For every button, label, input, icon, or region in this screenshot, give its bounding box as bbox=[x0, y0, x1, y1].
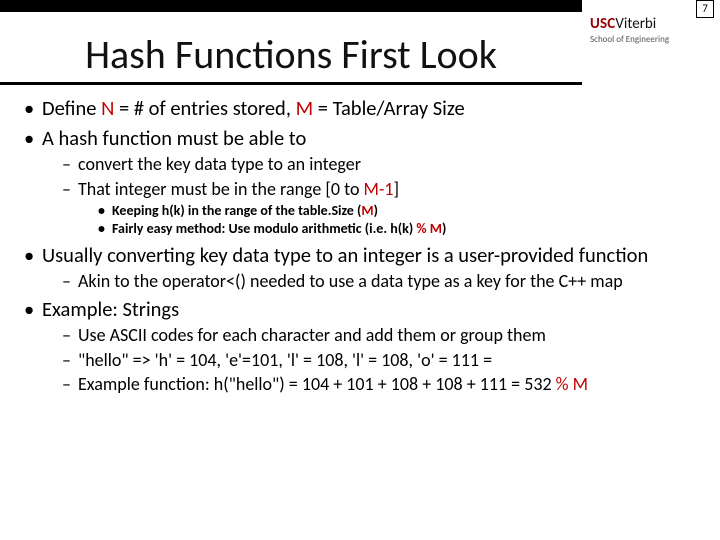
slide-title: Hash Functions First Look bbox=[0, 30, 582, 79]
subsub-range-tablesize: Keeping h(k) in the range of the table.S… bbox=[98, 202, 700, 220]
highlight-M: M bbox=[296, 95, 314, 121]
highlight-mod-M-2: % M bbox=[556, 373, 588, 395]
sub-example-fn: Example function: h("hello") = 104 + 101… bbox=[62, 373, 700, 396]
highlight-mod-M-1: % M bbox=[416, 220, 442, 237]
sub-hello-chars: "hello" => 'h' = 104, 'e'=101, 'l' = 108… bbox=[62, 349, 700, 372]
slide-body: Define N = # of entries stored, M = Tabl… bbox=[26, 96, 700, 400]
logo-subtitle: School of Engineering bbox=[590, 35, 669, 45]
logo-viterbi: Viterbi bbox=[615, 15, 656, 33]
sub-operator-less: Akin to the operator<() needed to use a … bbox=[62, 270, 700, 293]
bullet-example-strings: Example: Strings Use ASCII codes for eac… bbox=[26, 297, 700, 396]
bullet-user-provided: Usually converting key data type to an i… bbox=[26, 243, 700, 293]
bullet-hash-must: A hash function must be able to convert … bbox=[26, 126, 700, 239]
highlight-N: N bbox=[101, 95, 114, 121]
usc-viterbi-logo: USCViterbi School of Engineering bbox=[590, 16, 669, 44]
title-underline bbox=[0, 82, 582, 85]
logo-usc: USC bbox=[590, 15, 615, 33]
sub-ascii-codes: Use ASCII codes for each character and a… bbox=[62, 324, 700, 347]
sub-range: That integer must be in the range [0 to … bbox=[62, 178, 700, 239]
highlight-M-minus-1: M-1 bbox=[364, 178, 394, 200]
subsub-modulo: Fairly easy method: Use modulo arithmeti… bbox=[98, 220, 700, 238]
page-number-box: 7 bbox=[696, 0, 714, 18]
bullet-define: Define N = # of entries stored, M = Tabl… bbox=[26, 96, 700, 122]
header-band bbox=[0, 0, 582, 12]
sub-convert-int: convert the key data type to an integer bbox=[62, 153, 700, 176]
page-number: 7 bbox=[702, 2, 708, 15]
